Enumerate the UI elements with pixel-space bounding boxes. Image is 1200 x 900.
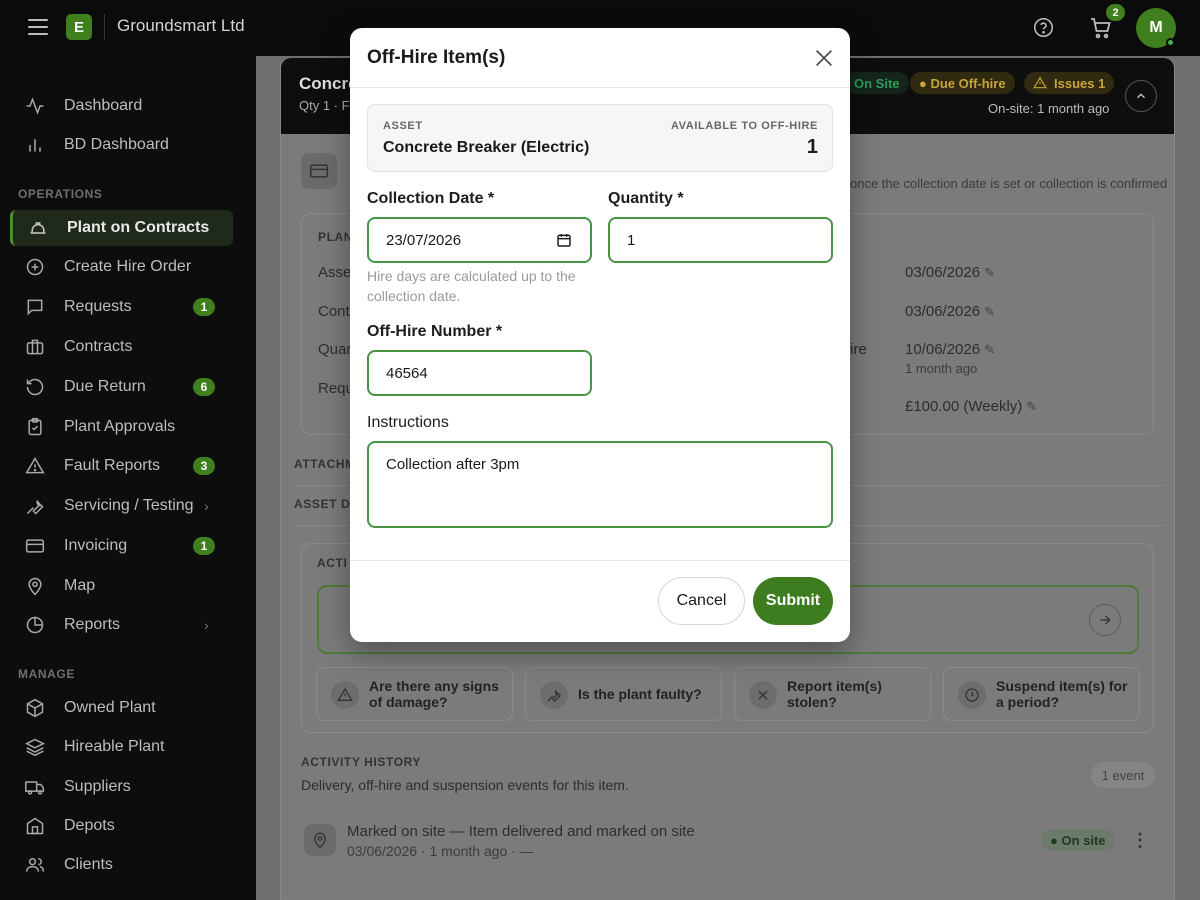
submit-button[interactable]: Submit <box>753 577 833 625</box>
asset-name: Concrete Breaker (Electric) <box>383 139 590 156</box>
available-caption: AVAILABLE TO OFF-HIRE <box>670 120 818 132</box>
asset-summary: ASSET Concrete Breaker (Electric) AVAILA… <box>367 104 833 172</box>
quantity-input[interactable] <box>608 217 833 263</box>
asset-caption: ASSET <box>383 120 423 132</box>
instructions-label: Instructions <box>367 414 449 431</box>
instructions-textarea[interactable]: Collection after 3pm <box>367 441 833 528</box>
modal-title: Off-Hire Item(s) <box>367 47 506 68</box>
modal-header-divider <box>350 87 850 88</box>
modal-footer-divider <box>350 560 850 561</box>
calendar-icon[interactable] <box>556 232 572 248</box>
close-icon[interactable] <box>813 47 835 69</box>
available-count: 1 <box>806 136 818 158</box>
offhire-number-label: Off-Hire Number * <box>367 323 503 340</box>
offhire-number-input[interactable] <box>367 350 592 396</box>
quantity-label: Quantity * <box>608 190 684 207</box>
off-hire-modal: Off-Hire Item(s) ASSET Concrete Breaker … <box>350 28 850 642</box>
collection-date-label: Collection Date * <box>367 190 495 207</box>
collection-date-help: Hire days are calculated up to the colle… <box>367 268 576 304</box>
cancel-button[interactable]: Cancel <box>658 577 745 625</box>
